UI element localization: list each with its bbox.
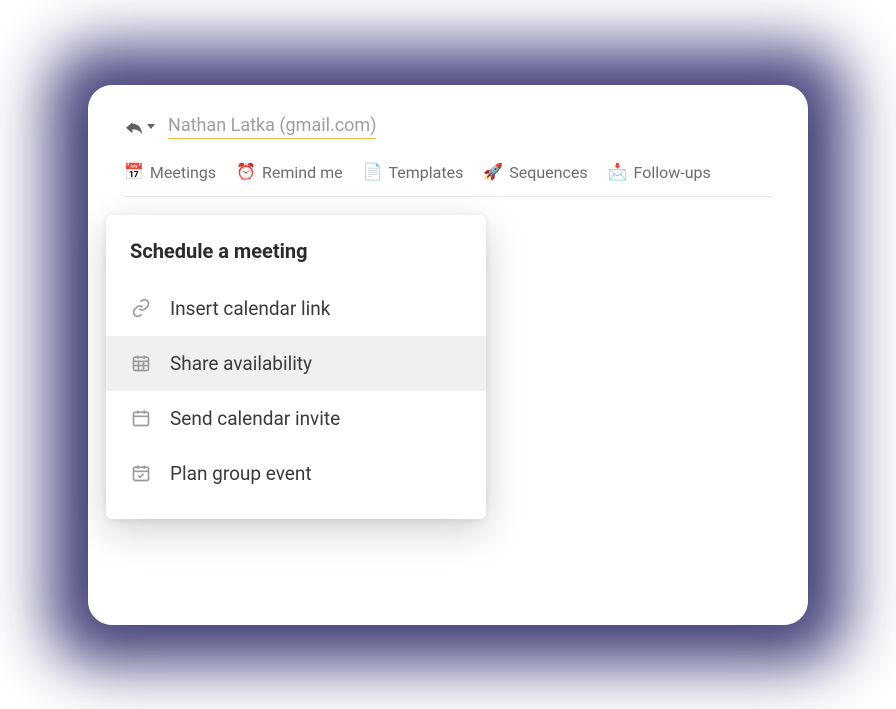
dropdown-item-share-availability[interactable]: Share availability xyxy=(106,336,486,391)
toolbar-remind-me[interactable]: ⏰ Remind me xyxy=(236,163,343,182)
glow-wrapper: Nathan Latka (gmail.com) 📅 Meetings ⏰ Re… xyxy=(48,45,848,665)
reply-icon[interactable] xyxy=(124,119,156,135)
compose-window: Nathan Latka (gmail.com) 📅 Meetings ⏰ Re… xyxy=(88,85,808,625)
recipient-name[interactable]: Nathan Latka (gmail.com) xyxy=(168,115,376,139)
dropdown-item-label: Send calendar invite xyxy=(170,407,340,430)
toolbar-sequences[interactable]: 🚀 Sequences xyxy=(483,163,587,182)
toolbar-remind-label: Remind me xyxy=(262,163,343,182)
toolbar-sequences-label: Sequences xyxy=(509,163,587,182)
dropdown-item-send-invite[interactable]: Send calendar invite xyxy=(106,391,486,446)
toolbar-templates[interactable]: 📄 Templates xyxy=(363,163,464,182)
meetings-dropdown: Schedule a meeting Insert calendar link xyxy=(106,215,486,519)
dropdown-item-insert-link[interactable]: Insert calendar link xyxy=(106,281,486,336)
calendar-icon: 📅 xyxy=(124,164,144,180)
rocket-icon: 🚀 xyxy=(483,164,503,180)
toolbar-templates-label: Templates xyxy=(389,163,464,182)
dropdown-item-label: Plan group event xyxy=(170,462,312,485)
dropdown-title: Schedule a meeting xyxy=(106,239,486,281)
link-icon xyxy=(130,297,152,319)
toolbar-followups[interactable]: 📩 Follow-ups xyxy=(608,163,711,182)
toolbar-followups-label: Follow-ups xyxy=(634,163,711,182)
dropdown-item-label: Share availability xyxy=(170,352,312,375)
toolbar-meetings-label: Meetings xyxy=(150,163,216,182)
calendar-grid-icon xyxy=(130,352,152,374)
alarm-icon: ⏰ xyxy=(236,164,256,180)
mail-icon: 📩 xyxy=(608,164,628,180)
toolbar-meetings[interactable]: 📅 Meetings xyxy=(124,163,216,182)
dropdown-item-plan-group[interactable]: Plan group event xyxy=(106,446,486,501)
compose-toolbar: 📅 Meetings ⏰ Remind me 📄 Templates 🚀 Seq… xyxy=(124,145,772,197)
document-icon: 📄 xyxy=(363,164,383,180)
dropdown-item-label: Insert calendar link xyxy=(170,297,330,320)
calendar-icon xyxy=(130,407,152,429)
recipient-row: Nathan Latka (gmail.com) xyxy=(124,109,772,145)
calendar-check-icon xyxy=(130,462,152,484)
